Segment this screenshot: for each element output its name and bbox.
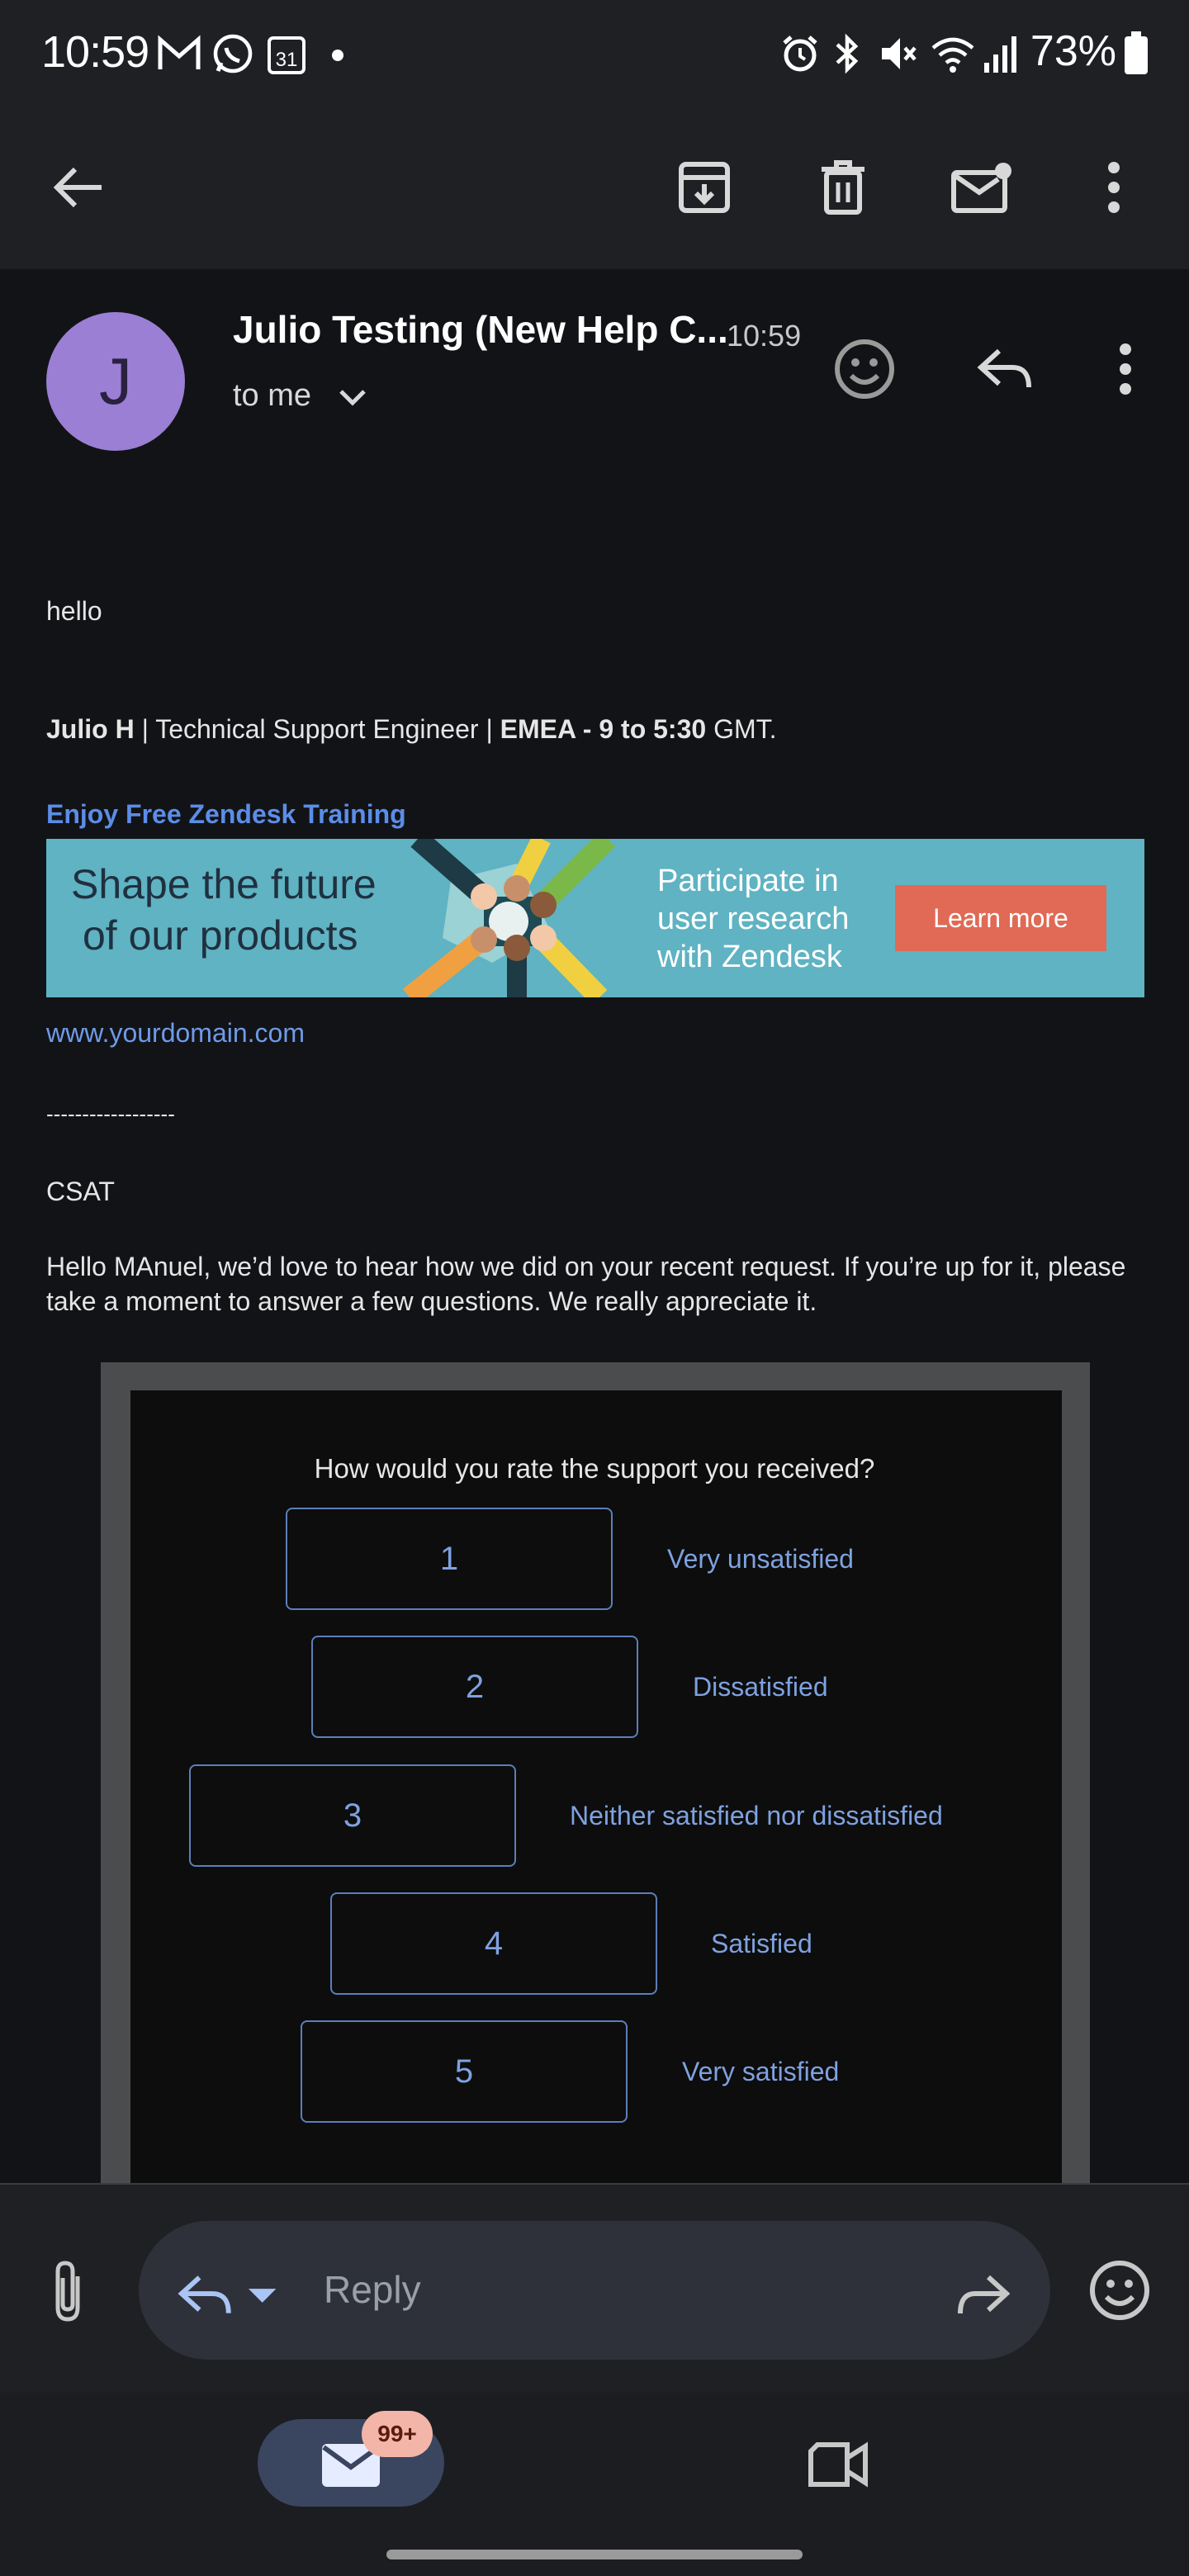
calendar-icon: 31 — [266, 33, 307, 76]
signal-icon — [983, 33, 1019, 74]
rating-label-5[interactable]: Very satisfied — [682, 2057, 839, 2087]
wifi-icon — [930, 33, 976, 74]
bottom-navigation — [0, 2393, 1189, 2576]
rating-button-5[interactable]: 5 — [301, 2020, 628, 2123]
rating-label-1[interactable]: Very unsatisfied — [667, 1544, 854, 1574]
hands-illustration — [393, 839, 641, 997]
domain-link[interactable]: www.yourdomain.com — [46, 1016, 305, 1050]
dropdown-triangle-icon — [248, 2289, 276, 2303]
rating-button-4[interactable]: 4 — [330, 1892, 657, 1995]
rating-button-2[interactable]: 2 — [311, 1636, 638, 1738]
recipient-details-toggle[interactable]: to me — [233, 378, 367, 414]
video-camera-icon — [808, 2441, 868, 2488]
survey-question: How would you rate the support you recei… — [314, 1453, 875, 1484]
avatar[interactable]: J — [46, 312, 185, 451]
delete-button[interactable] — [798, 142, 888, 233]
battery-icon — [1123, 31, 1149, 76]
dot-icon — [332, 50, 343, 61]
csat-label: CSAT — [46, 1177, 115, 1206]
rating-label-4[interactable]: Satisfied — [711, 1929, 812, 1959]
trash-icon — [822, 160, 865, 215]
banner-subtext: Participate in user research with Zendes… — [657, 862, 849, 976]
reply-emoji-button[interactable] — [1085, 2256, 1154, 2325]
signature-title: | Technical Support Engineer | — [134, 714, 500, 744]
reply-placeholder[interactable]: Reply — [324, 2267, 421, 2312]
emoji-icon — [1090, 2261, 1149, 2320]
more-options-button[interactable] — [1068, 142, 1159, 233]
banner-subtext-line: user research — [657, 902, 850, 936]
battery-percentage: 73% — [1030, 27, 1116, 75]
rating-button-3[interactable]: 3 — [189, 1764, 516, 1867]
message-time: 10:59 — [727, 319, 802, 353]
bluetooth-icon — [831, 33, 864, 74]
sender-name[interactable]: Julio Testing (New Help C... — [233, 307, 728, 352]
forward-icon — [958, 2275, 1010, 2314]
forward-button[interactable] — [950, 2262, 1016, 2328]
recipient-label: to me — [233, 378, 312, 413]
mark-unread-button[interactable] — [936, 142, 1027, 233]
rating-label-3[interactable]: Neither satisfied nor dissatisfied — [570, 1801, 943, 1831]
gmail-icon — [157, 33, 201, 74]
training-link[interactable]: Enjoy Free Zendesk Training — [46, 799, 406, 830]
back-button[interactable] — [33, 142, 124, 233]
add-reaction-button[interactable] — [819, 324, 910, 414]
paperclip-icon — [55, 2261, 80, 2322]
research-banner[interactable]: Shape the future of our products Partici… — [46, 839, 1144, 997]
more-vert-icon — [1120, 343, 1131, 395]
nav-meet-tab[interactable] — [804, 2436, 870, 2493]
unread-badge: 99+ — [362, 2411, 433, 2457]
svg-text:31: 31 — [276, 49, 298, 71]
home-indicator[interactable] — [386, 2550, 803, 2559]
more-vert-icon — [1108, 162, 1120, 213]
attach-button[interactable] — [36, 2254, 99, 2328]
archive-button[interactable] — [659, 142, 750, 233]
banner-subtext-line: with Zendesk — [657, 940, 842, 974]
signature-line: Julio H | Technical Support Engineer | E… — [46, 712, 777, 746]
banner-headline-line: of our products — [83, 912, 358, 959]
reply-icon — [977, 348, 1031, 388]
mark-unread-icon — [951, 163, 1011, 213]
learn-more-button[interactable]: Learn more — [895, 885, 1106, 951]
archive-icon — [679, 162, 730, 213]
reply-type-selector[interactable] — [177, 2262, 276, 2328]
banner-headline-line: Shape the future — [71, 861, 377, 907]
signature-name: Julio H — [46, 714, 135, 744]
mute-icon — [877, 33, 918, 74]
status-time: 10:59 — [41, 27, 149, 77]
whatsapp-icon — [211, 33, 254, 76]
rating-label-2[interactable]: Dissatisfied — [693, 1672, 828, 1702]
chevron-down-icon — [339, 388, 367, 406]
signature-region: EMEA - 9 to 5:30 — [500, 714, 707, 744]
message-more-button[interactable] — [1080, 324, 1171, 414]
reply-icon — [178, 2275, 231, 2313]
banner-headline: Shape the future of our products — [71, 859, 377, 961]
emoji-icon — [835, 339, 894, 399]
reply-button[interactable] — [959, 324, 1050, 414]
greeting-text: hello — [46, 596, 102, 626]
back-arrow-icon — [53, 167, 102, 208]
intro-paragraph: Hello MAnuel, we’d love to hear how we d… — [46, 1252, 1126, 1316]
alarm-icon — [779, 33, 821, 74]
signature-timezone: GMT. — [706, 714, 777, 744]
divider-text: ------------------ — [46, 1101, 175, 1126]
rating-button-1[interactable]: 1 — [286, 1508, 613, 1610]
banner-subtext-line: Participate in — [657, 864, 839, 898]
